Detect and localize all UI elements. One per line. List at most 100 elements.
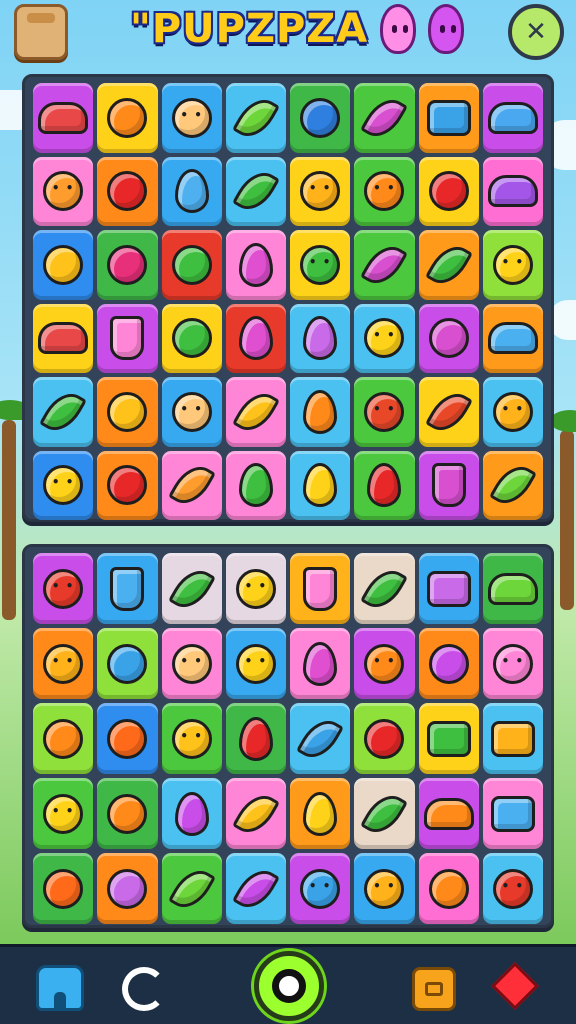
game-tile[interactable] bbox=[225, 628, 286, 699]
game-tile[interactable] bbox=[482, 853, 543, 924]
game-tile[interactable] bbox=[418, 377, 479, 447]
game-tile[interactable] bbox=[161, 628, 222, 699]
game-tile[interactable] bbox=[354, 703, 415, 774]
game-tile[interactable] bbox=[97, 83, 158, 153]
game-tile[interactable] bbox=[354, 450, 415, 520]
game-tile[interactable] bbox=[161, 230, 222, 300]
game-tile[interactable] bbox=[97, 778, 158, 849]
game-tile[interactable] bbox=[33, 778, 94, 849]
game-tile[interactable] bbox=[33, 853, 94, 924]
game-tile[interactable] bbox=[97, 156, 158, 226]
game-tile[interactable] bbox=[97, 853, 158, 924]
game-tile[interactable] bbox=[97, 303, 158, 373]
game-tile[interactable] bbox=[225, 303, 286, 373]
game-tile[interactable] bbox=[290, 156, 351, 226]
triangle-icon bbox=[110, 566, 145, 611]
game-tile[interactable] bbox=[354, 156, 415, 226]
game-tile[interactable] bbox=[225, 156, 286, 226]
game-tile[interactable] bbox=[354, 778, 415, 849]
game-tile[interactable] bbox=[33, 230, 94, 300]
game-tile[interactable] bbox=[418, 450, 479, 520]
game-tile[interactable] bbox=[33, 450, 94, 520]
game-tile[interactable] bbox=[290, 778, 351, 849]
game-tile[interactable] bbox=[482, 230, 543, 300]
game-tile[interactable] bbox=[225, 553, 286, 624]
game-tile[interactable] bbox=[290, 450, 351, 520]
game-tile[interactable] bbox=[33, 83, 94, 153]
game-tile[interactable] bbox=[482, 83, 543, 153]
game-tile[interactable] bbox=[225, 83, 286, 153]
game-tile[interactable] bbox=[482, 303, 543, 373]
game-tile[interactable] bbox=[354, 853, 415, 924]
game-tile[interactable] bbox=[161, 853, 222, 924]
shop-icon[interactable] bbox=[412, 967, 456, 1011]
game-tile[interactable] bbox=[225, 778, 286, 849]
game-tile[interactable] bbox=[290, 303, 351, 373]
game-tile[interactable] bbox=[482, 628, 543, 699]
plum-icon bbox=[428, 643, 469, 684]
game-tile[interactable] bbox=[354, 377, 415, 447]
game-tile[interactable] bbox=[418, 553, 479, 624]
game-tile[interactable] bbox=[290, 230, 351, 300]
game-tile[interactable] bbox=[482, 156, 543, 226]
home-icon[interactable] bbox=[36, 965, 84, 1011]
game-tile[interactable] bbox=[354, 230, 415, 300]
game-tile[interactable] bbox=[161, 778, 222, 849]
game-tile[interactable] bbox=[418, 778, 479, 849]
game-tile[interactable] bbox=[161, 377, 222, 447]
game-tile[interactable] bbox=[97, 377, 158, 447]
game-tile[interactable] bbox=[225, 450, 286, 520]
game-tile[interactable] bbox=[482, 377, 543, 447]
play-center-icon[interactable] bbox=[254, 951, 324, 1021]
pepper-icon bbox=[238, 716, 273, 761]
game-tile[interactable] bbox=[97, 450, 158, 520]
game-tile[interactable] bbox=[290, 853, 351, 924]
gem-icon[interactable] bbox=[490, 961, 540, 1011]
game-tile[interactable] bbox=[418, 230, 479, 300]
game-tile[interactable] bbox=[33, 156, 94, 226]
game-tile[interactable] bbox=[290, 83, 351, 153]
game-tile[interactable] bbox=[482, 778, 543, 849]
star-face-icon bbox=[235, 643, 276, 684]
game-tile[interactable] bbox=[33, 628, 94, 699]
game-tile[interactable] bbox=[97, 553, 158, 624]
game-tile[interactable] bbox=[161, 303, 222, 373]
game-tile[interactable] bbox=[354, 628, 415, 699]
game-tile[interactable] bbox=[418, 628, 479, 699]
game-tile[interactable] bbox=[290, 377, 351, 447]
game-tile[interactable] bbox=[161, 83, 222, 153]
game-tile[interactable] bbox=[418, 156, 479, 226]
game-tile[interactable] bbox=[33, 703, 94, 774]
close-cross-icon[interactable]: ✕ bbox=[508, 4, 564, 60]
game-tile[interactable] bbox=[290, 703, 351, 774]
game-tile[interactable] bbox=[161, 156, 222, 226]
game-tile[interactable] bbox=[225, 703, 286, 774]
game-tile[interactable] bbox=[33, 377, 94, 447]
game-tile[interactable] bbox=[354, 83, 415, 153]
game-tile[interactable] bbox=[482, 703, 543, 774]
game-tile[interactable] bbox=[225, 853, 286, 924]
game-tile[interactable] bbox=[418, 703, 479, 774]
game-tile[interactable] bbox=[97, 703, 158, 774]
game-tile[interactable] bbox=[33, 553, 94, 624]
game-tile[interactable] bbox=[482, 450, 543, 520]
game-tile[interactable] bbox=[354, 553, 415, 624]
game-tile[interactable] bbox=[161, 703, 222, 774]
game-tile[interactable] bbox=[161, 553, 222, 624]
game-tile[interactable] bbox=[354, 303, 415, 373]
game-tile[interactable] bbox=[418, 853, 479, 924]
game-tile[interactable] bbox=[290, 553, 351, 624]
game-tile[interactable] bbox=[418, 303, 479, 373]
game-tile[interactable] bbox=[97, 628, 158, 699]
game-tile[interactable] bbox=[225, 377, 286, 447]
game-tile[interactable] bbox=[97, 230, 158, 300]
game-tile[interactable] bbox=[482, 553, 543, 624]
refresh-icon[interactable] bbox=[122, 967, 166, 1011]
bag-icon[interactable] bbox=[14, 4, 68, 60]
game-tile[interactable] bbox=[290, 628, 351, 699]
game-tile[interactable] bbox=[418, 83, 479, 153]
printer-icon bbox=[490, 795, 535, 832]
game-tile[interactable] bbox=[225, 230, 286, 300]
game-tile[interactable] bbox=[33, 303, 94, 373]
game-tile[interactable] bbox=[161, 450, 222, 520]
